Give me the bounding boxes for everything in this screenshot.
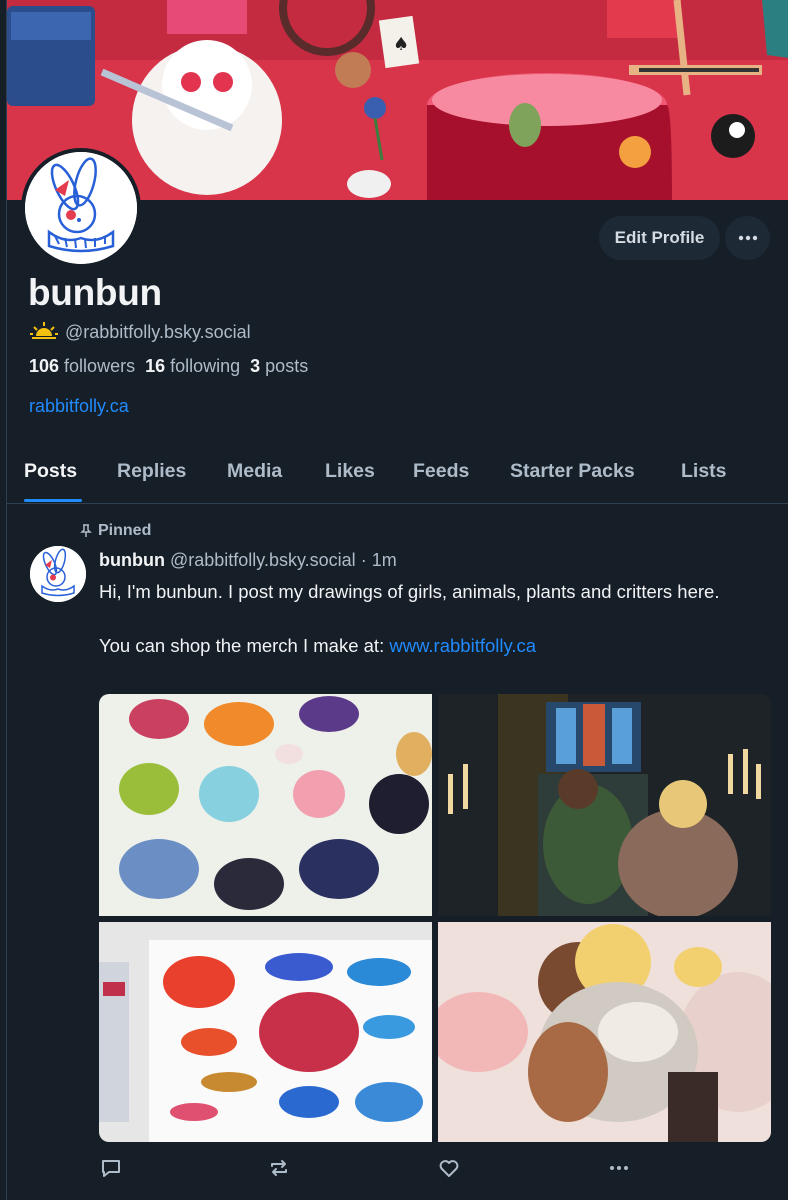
post-author-handle[interactable]: @rabbitfolly.bsky.social bbox=[170, 550, 356, 570]
sun-icon bbox=[30, 322, 58, 339]
profile-stats: 106 followers 16 following 3 posts bbox=[29, 356, 308, 377]
repost-icon[interactable] bbox=[267, 1156, 291, 1180]
svg-text:♠: ♠ bbox=[393, 34, 409, 55]
post-text-line1: Hi, I'm bunbun. I post my drawings of gi… bbox=[99, 581, 720, 602]
profile-avatar[interactable] bbox=[21, 148, 141, 268]
post-author-name[interactable]: bunbun bbox=[99, 550, 165, 570]
post-body: Hi, I'm bunbun. I post my drawings of gi… bbox=[99, 578, 769, 659]
followers-label: followers bbox=[64, 356, 136, 376]
post-link[interactable]: www.rabbitfolly.ca bbox=[389, 635, 536, 656]
edit-profile-button[interactable]: Edit Profile bbox=[599, 216, 720, 260]
pinned-label: Pinned bbox=[98, 522, 152, 539]
posts-count: 3 bbox=[250, 356, 261, 376]
post-image-3[interactable] bbox=[99, 922, 432, 1142]
following-label: following bbox=[170, 356, 241, 376]
followers-count: 106 bbox=[29, 356, 60, 376]
following-count: 16 bbox=[145, 356, 166, 376]
profile-page: ♠ Edit Profile bunbun @rabbitfolly.bsky.… bbox=[6, 0, 788, 1200]
tab-likes[interactable]: Likes bbox=[325, 460, 375, 483]
tab-media[interactable]: Media bbox=[227, 460, 282, 483]
tab-lists[interactable]: Lists bbox=[681, 460, 727, 483]
post-actions bbox=[99, 1156, 639, 1180]
post-separator: · bbox=[360, 550, 367, 570]
tab-posts[interactable]: Posts bbox=[24, 460, 77, 483]
more-icon[interactable] bbox=[607, 1156, 631, 1180]
profile-handle-row: @rabbitfolly.bsky.social bbox=[29, 320, 251, 344]
profile-website-link[interactable]: rabbitfolly.ca bbox=[29, 396, 129, 417]
tab-replies[interactable]: Replies bbox=[117, 460, 186, 483]
post-image-4[interactable] bbox=[438, 922, 771, 1142]
active-tab-indicator bbox=[24, 499, 82, 502]
tab-feeds[interactable]: Feeds bbox=[413, 460, 469, 483]
post-image-1[interactable] bbox=[99, 694, 432, 916]
posts-stat: 3 posts bbox=[250, 356, 308, 377]
post-image-2[interactable] bbox=[438, 694, 771, 916]
post-text-line2: You can shop the merch I make at: www.ra… bbox=[99, 632, 769, 659]
profile-tabs: Posts Replies Media Likes Feeds Starter … bbox=[7, 446, 788, 504]
tab-starter-packs[interactable]: Starter Packs bbox=[510, 460, 635, 483]
profile-display-name: bunbun bbox=[28, 272, 162, 313]
pinned-indicator: Pinned bbox=[79, 522, 151, 540]
profile-more-button[interactable] bbox=[725, 216, 770, 260]
post-header: bunbun @rabbitfolly.bsky.social · 1m bbox=[99, 550, 397, 571]
post-text-merch: You can shop the merch I make at: bbox=[99, 635, 390, 656]
profile-handle: @rabbitfolly.bsky.social bbox=[65, 321, 251, 342]
post-image-gallery bbox=[99, 694, 771, 1142]
post-author-avatar[interactable] bbox=[30, 546, 86, 602]
pin-icon bbox=[80, 524, 92, 537]
reply-icon[interactable] bbox=[99, 1156, 123, 1180]
followers-link[interactable]: 106 followers bbox=[29, 356, 135, 377]
like-icon[interactable] bbox=[437, 1156, 461, 1180]
following-link[interactable]: 16 following bbox=[145, 356, 240, 377]
posts-label: posts bbox=[265, 356, 309, 376]
ellipsis-icon bbox=[738, 235, 757, 241]
post-timestamp[interactable]: 1m bbox=[372, 550, 397, 570]
